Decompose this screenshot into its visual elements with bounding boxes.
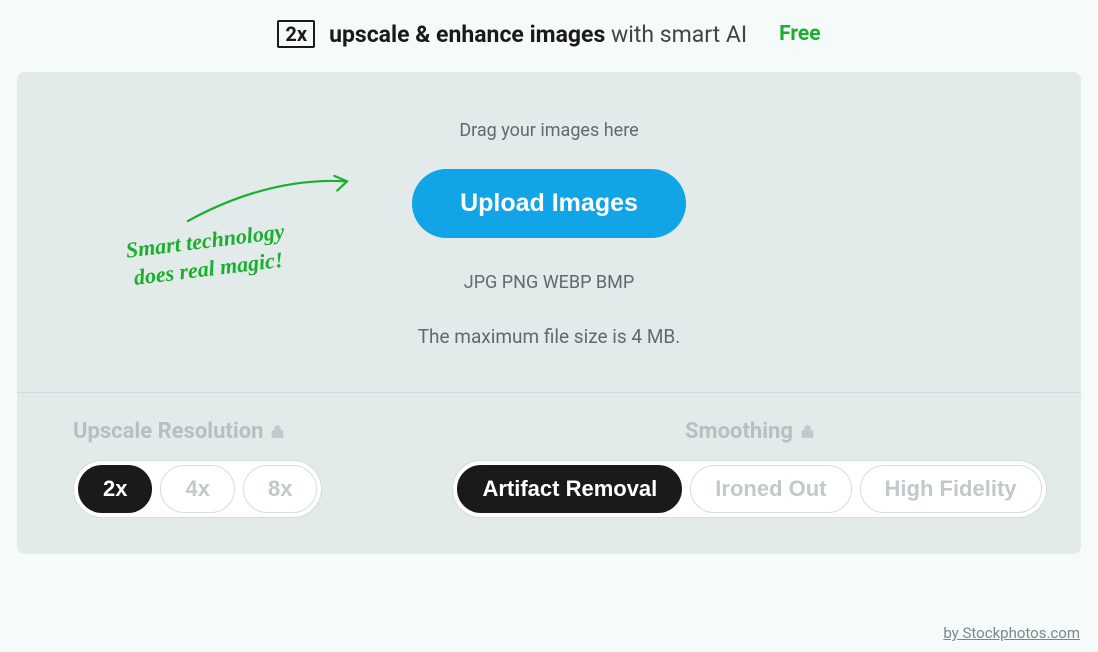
options-row: Upscale Resolution 2x 4x 8x Smoothing Ar… <box>17 393 1081 518</box>
free-label: Free <box>779 22 820 46</box>
header-badge-2x: 2x <box>277 20 315 48</box>
smoothing-option-artifact-removal[interactable]: Artifact Removal <box>457 465 682 513</box>
page-header: 2x upscale & enhance images with smart A… <box>0 0 1098 72</box>
upload-images-button[interactable]: Upload Images <box>412 169 686 238</box>
lock-icon <box>801 424 814 439</box>
header-title-bold: upscale & enhance images <box>329 21 605 48</box>
footer-credit-link[interactable]: by Stockphotos.com <box>943 624 1080 642</box>
drop-area[interactable]: Smart technology does real magic! Drag y… <box>17 72 1081 392</box>
lock-icon <box>271 424 284 439</box>
upscale-resolution-label-text: Upscale Resolution <box>73 419 263 444</box>
upscale-resolution-group: Upscale Resolution 2x 4x 8x <box>73 419 322 518</box>
main-panel: Smart technology does real magic! Drag y… <box>17 72 1081 554</box>
drop-hint: Drag your images here <box>17 120 1081 141</box>
header-title-light: with smart AI <box>605 21 747 48</box>
header-title: upscale & enhance images with smart AI <box>329 21 747 48</box>
smoothing-label-text: Smoothing <box>685 419 793 444</box>
upscale-pill-row: 2x 4x 8x <box>73 460 322 518</box>
upscale-resolution-label: Upscale Resolution <box>73 419 322 444</box>
upscale-option-2x[interactable]: 2x <box>78 465 152 513</box>
upscale-option-4x[interactable]: 4x <box>160 465 234 513</box>
smoothing-group: Smoothing Artifact Removal Ironed Out Hi… <box>452 419 1046 518</box>
smoothing-option-ironed-out[interactable]: Ironed Out <box>690 465 851 513</box>
smoothing-pill-row: Artifact Removal Ironed Out High Fidelit… <box>452 460 1046 518</box>
upscale-option-8x[interactable]: 8x <box>243 465 317 513</box>
smoothing-label: Smoothing <box>452 419 1046 444</box>
smoothing-option-high-fidelity[interactable]: High Fidelity <box>860 465 1042 513</box>
max-file-size: The maximum file size is 4 MB. <box>17 325 1081 348</box>
